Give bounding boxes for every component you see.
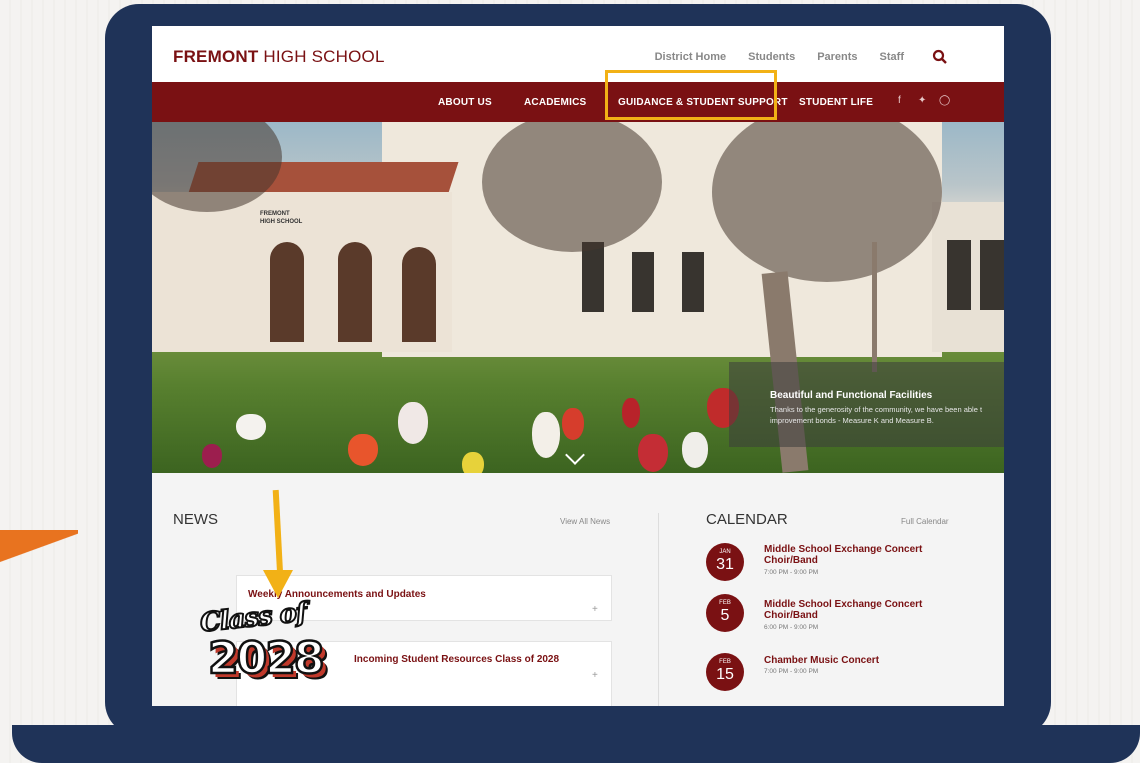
event-title[interactable]: Chamber Music Concert xyxy=(764,655,879,666)
event-title[interactable]: Middle School Exchange Concert Choir/Band xyxy=(764,599,922,621)
news-item-title: Incoming Student Resources Class of 2028 xyxy=(354,654,560,665)
link-district-home[interactable]: District Home xyxy=(655,51,727,63)
view-all-news-link[interactable]: View All News xyxy=(560,517,610,526)
link-staff[interactable]: Staff xyxy=(880,51,904,63)
instagram-icon[interactable]: ◯ xyxy=(939,95,950,106)
tulip xyxy=(236,414,266,440)
brand-rest: HIGH SCHOOL xyxy=(258,47,385,66)
arrow-head-icon xyxy=(263,570,293,598)
caption-text: Thanks to the generosity of the communit… xyxy=(770,405,983,425)
archway xyxy=(338,242,372,342)
link-students[interactable]: Students xyxy=(748,51,795,63)
nav-student-life[interactable]: STUDENT LIFE xyxy=(799,97,873,108)
tulip xyxy=(638,434,668,472)
window xyxy=(632,252,654,312)
orange-accent-shape xyxy=(0,530,78,572)
tulip xyxy=(348,434,378,466)
event-date-badge: FEB 15 xyxy=(706,653,744,691)
tulip xyxy=(622,398,640,428)
event-date-badge: JAN 31 xyxy=(706,543,744,581)
hero-caption: Beautiful and Functional Facilities Than… xyxy=(729,362,1004,447)
calendar-heading: CALENDAR xyxy=(706,511,788,528)
archway xyxy=(402,247,436,342)
tulip xyxy=(462,452,484,473)
main-nav: ABOUT US ACADEMICS GUIDANCE & STUDENT SU… xyxy=(152,82,1004,122)
nav-academics[interactable]: ACADEMICS xyxy=(524,97,586,108)
tulip xyxy=(532,412,560,458)
search-icon[interactable] xyxy=(932,49,948,65)
nav-about-us[interactable]: ABOUT US xyxy=(438,97,492,108)
twitter-icon[interactable]: ✦ xyxy=(918,95,926,106)
window xyxy=(682,252,704,312)
building-sign: FREMONT HIGH SCHOOL xyxy=(260,211,303,225)
tree-trunk xyxy=(872,242,877,372)
archway xyxy=(270,242,304,342)
tulip xyxy=(202,444,222,468)
brand-bold: FREMONT xyxy=(173,47,259,66)
event-date-badge: FEB 5 xyxy=(706,594,744,632)
event-title[interactable]: Middle School Exchange Concert Choir/Band xyxy=(764,544,922,566)
news-heading: NEWS xyxy=(173,511,218,528)
chevron-down-icon[interactable] xyxy=(565,445,585,465)
event-time: 6:00 PM - 9:00 PM xyxy=(764,624,819,631)
sticker-year: 2028 xyxy=(207,632,326,686)
column-divider xyxy=(658,513,659,706)
laptop-base xyxy=(12,725,1140,763)
event-time: 7:00 PM - 9:00 PM xyxy=(764,569,819,576)
full-calendar-link[interactable]: Full Calendar xyxy=(901,517,949,526)
utility-nav: District Home Students Parents Staff xyxy=(655,49,1004,65)
tulip xyxy=(398,402,428,444)
class-of-2028-sticker: Class of 2028 xyxy=(196,597,346,695)
tulip xyxy=(682,432,708,468)
window xyxy=(582,242,604,312)
window xyxy=(947,240,971,310)
expand-icon[interactable]: + xyxy=(592,670,598,681)
event-time: 7:00 PM - 9:00 PM xyxy=(764,668,819,675)
window xyxy=(980,240,1004,310)
site-logo[interactable]: FREMONT HIGH SCHOOL xyxy=(173,47,385,67)
facebook-icon[interactable]: f xyxy=(898,95,901,106)
expand-icon[interactable]: + xyxy=(592,604,598,615)
top-header: FREMONT HIGH SCHOOL District Home Studen… xyxy=(152,26,1004,82)
hero-image: FREMONT HIGH SCHOOL Beautiful and Functio… xyxy=(152,122,1004,473)
highlight-box xyxy=(605,70,777,120)
caption-title: Beautiful and Functional Facilities xyxy=(770,390,933,401)
tulip xyxy=(562,408,584,440)
link-parents[interactable]: Parents xyxy=(817,51,857,63)
